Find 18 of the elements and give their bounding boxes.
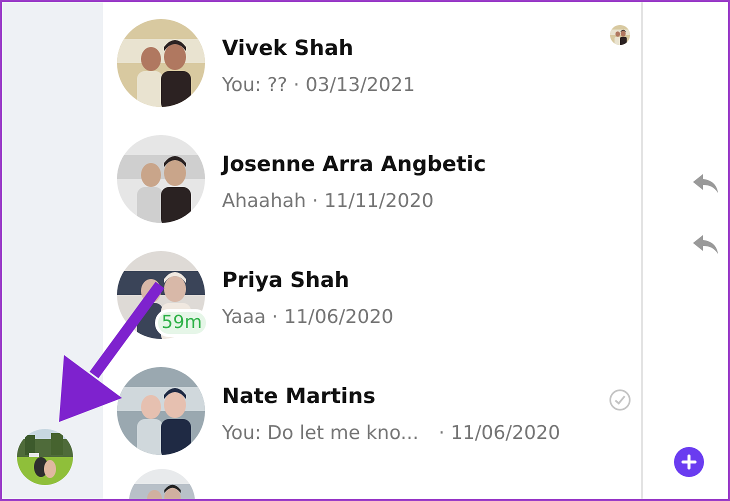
message-date: · 03/13/2021 bbox=[293, 73, 415, 98]
message-preview: Ahaahah bbox=[222, 189, 306, 214]
contact-name: Vivek Shah bbox=[222, 35, 354, 62]
reply-icon[interactable] bbox=[693, 174, 719, 194]
add-button[interactable] bbox=[674, 447, 704, 477]
active-time-badge: 59m bbox=[154, 309, 209, 337]
message-date: · 11/06/2020 bbox=[438, 421, 560, 446]
message-date: · 11/11/2020 bbox=[312, 189, 434, 214]
message-preview: Yaaa bbox=[222, 305, 266, 330]
contact-name: Nate Martins bbox=[222, 383, 376, 410]
check-circle-icon bbox=[609, 387, 631, 413]
contact-name: Priya Shah bbox=[222, 267, 350, 294]
message-preview: You: ?? bbox=[222, 73, 288, 98]
message-preview: You: Do let me kno... bbox=[222, 421, 419, 446]
reply-icon[interactable] bbox=[693, 235, 719, 255]
contact-name: Josenne Arra Angbetic bbox=[222, 151, 488, 178]
plus-icon bbox=[681, 454, 697, 470]
message-date: · 11/06/2020 bbox=[272, 305, 394, 330]
